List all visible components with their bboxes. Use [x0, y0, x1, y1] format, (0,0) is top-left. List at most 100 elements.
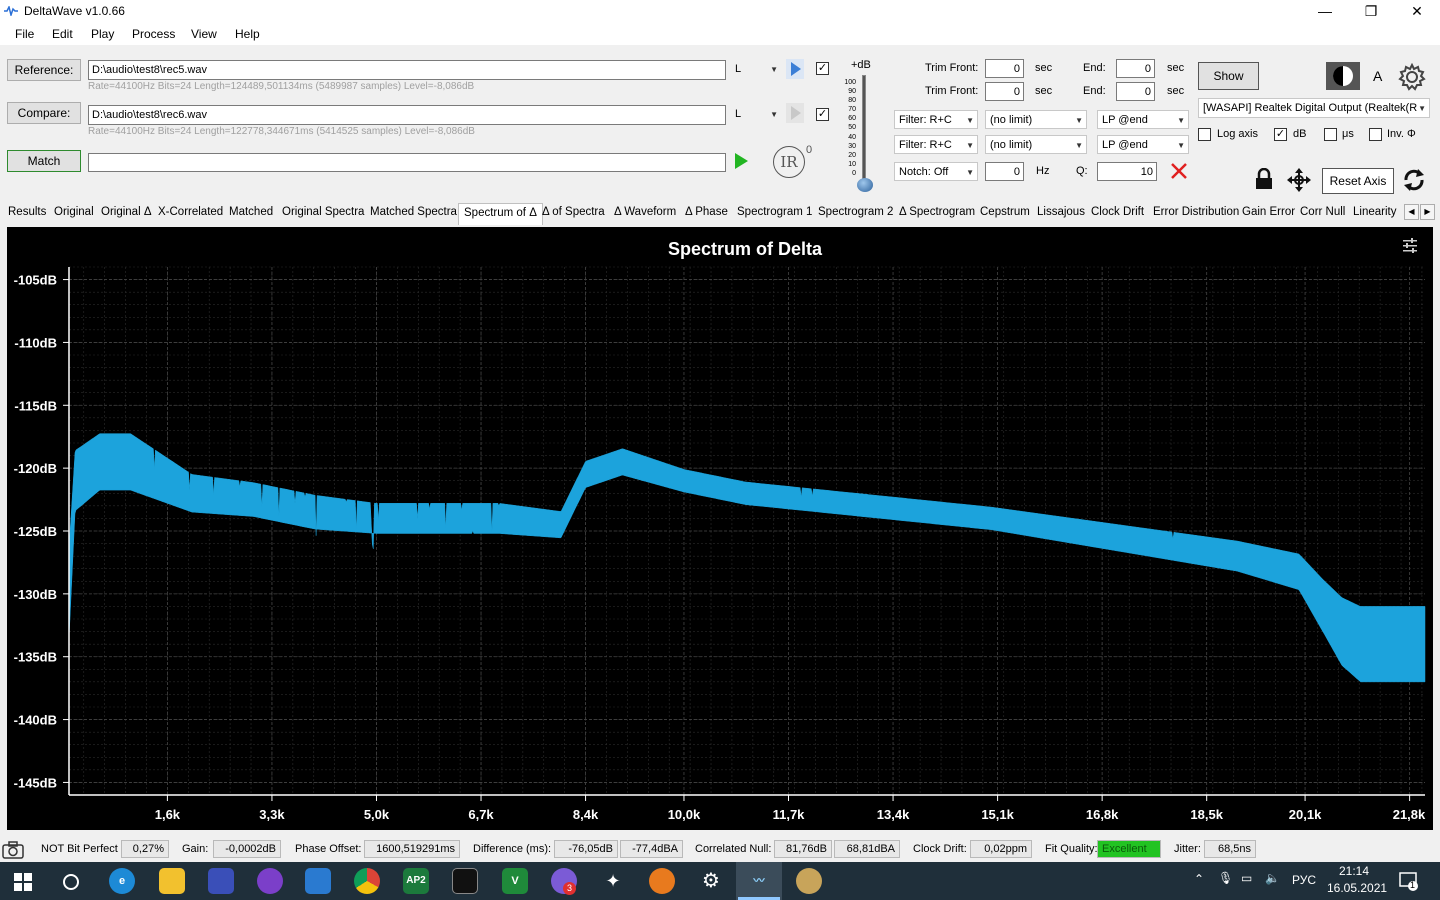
notification-icon[interactable]: [1399, 871, 1419, 891]
filter2-select[interactable]: Filter: R+C ▼: [894, 135, 978, 154]
refresh-icon[interactable]: [1402, 167, 1426, 193]
clock-date[interactable]: 16.05.2021: [1327, 881, 1387, 895]
play-compare-icon[interactable]: [786, 103, 804, 123]
windows-start-icon[interactable]: [14, 873, 32, 891]
log-axis-checkbox[interactable]: [1198, 128, 1211, 141]
settings-gear-icon[interactable]: [1398, 63, 1426, 91]
contrast-icon[interactable]: [1326, 62, 1360, 90]
network-icon[interactable]: ▭: [1241, 871, 1252, 885]
notch-freq-input[interactable]: 0: [985, 162, 1024, 181]
maximize-button[interactable]: ❐: [1348, 0, 1394, 23]
paint-icon[interactable]: [796, 868, 822, 894]
tab-results[interactable]: Results: [8, 206, 46, 218]
fox-icon[interactable]: ✦: [600, 868, 626, 894]
jetbrains-icon[interactable]: [452, 868, 478, 894]
tab-clock-drift[interactable]: Clock Drift: [1091, 206, 1144, 218]
tab-x-correlated[interactable]: X-Correlated: [158, 206, 223, 218]
show-button[interactable]: Show: [1198, 62, 1259, 90]
tab-spectrogram-1[interactable]: Spectrogram 1: [737, 206, 812, 218]
close-window-button[interactable]: ✕: [1394, 0, 1440, 23]
lock-icon[interactable]: [1254, 168, 1274, 190]
output-device-select[interactable]: [WASAPI] Realtek Digital Output (Realtek…: [1198, 98, 1430, 118]
chrome-icon[interactable]: [354, 868, 380, 894]
tab-original-spectra[interactable]: Original Spectra: [282, 206, 364, 218]
compare-path-field[interactable]: D:\audio\test8\rec6.wav: [88, 105, 726, 125]
tab-matched-spectra[interactable]: Matched Spectra: [370, 206, 457, 218]
reference-enable-checkbox[interactable]: ✓: [816, 62, 829, 75]
match-button[interactable]: Match: [7, 150, 81, 172]
ap2-icon[interactable]: AP2: [403, 868, 429, 894]
tab-original[interactable]: Original: [54, 206, 94, 218]
slider-knob[interactable]: [857, 178, 873, 192]
tab-spectrogram-2[interactable]: Spectrogram 2: [818, 206, 893, 218]
menu-view[interactable]: View: [191, 27, 217, 41]
reference-path-field[interactable]: D:\audio\test8\rec5.wav: [88, 60, 726, 80]
q-input[interactable]: 10: [1097, 162, 1157, 181]
reference-button[interactable]: Reference:: [7, 59, 81, 81]
chart-settings-icon[interactable]: [1403, 238, 1417, 253]
move-pan-icon[interactable]: [1286, 167, 1312, 193]
chart-panel[interactable]: Spectrum of Delta -105dB -110dB -115dB -120…: [7, 227, 1433, 830]
clear-filter-icon[interactable]: [1170, 162, 1188, 180]
podcast-icon[interactable]: [257, 868, 283, 894]
clock-time[interactable]: 21:14: [1339, 864, 1369, 878]
cmp-trim-front-input[interactable]: 0: [985, 82, 1024, 101]
spectrum-chart[interactable]: Spectrum of Delta -105dB -110dB -115dB -120…: [7, 227, 1433, 830]
menu-file[interactable]: File: [15, 27, 34, 41]
tab-corr-null[interactable]: Corr Null: [1300, 206, 1345, 218]
tab-delta-waveform[interactable]: Δ Waveform: [614, 206, 676, 218]
volume-icon[interactable]: 🔈: [1265, 871, 1280, 885]
audio-icon[interactable]: [649, 868, 675, 894]
microphone-icon[interactable]: 🎙: [1218, 871, 1233, 885]
menu-help[interactable]: Help: [235, 27, 260, 41]
tab-gain-error[interactable]: Gain Error: [1242, 206, 1295, 218]
reset-axis-button[interactable]: Reset Axis: [1322, 168, 1394, 194]
menu-process[interactable]: Process: [132, 27, 175, 41]
limit1-select[interactable]: (no limit) ▼: [985, 110, 1087, 129]
menu-play[interactable]: Play: [91, 27, 114, 41]
compare-enable-checkbox[interactable]: ✓: [816, 108, 829, 121]
play-reference-icon[interactable]: [786, 59, 804, 79]
minimize-button[interactable]: —: [1302, 0, 1348, 23]
save-icon[interactable]: [208, 868, 234, 894]
ir-button[interactable]: IR: [773, 146, 805, 178]
invert-phase-checkbox[interactable]: [1369, 128, 1382, 141]
search-icon[interactable]: [61, 872, 81, 892]
vim-icon[interactable]: V: [502, 868, 528, 894]
notch-select[interactable]: Notch: Off ▼: [894, 162, 978, 181]
db-checkbox[interactable]: ✓: [1274, 128, 1287, 141]
mail-icon[interactable]: [305, 868, 331, 894]
explorer-icon[interactable]: [159, 868, 185, 894]
tab-scroll-right-button[interactable]: ▶: [1420, 204, 1435, 220]
lp2-select[interactable]: LP @end ▼: [1097, 135, 1189, 154]
tab-delta-spectrogram[interactable]: Δ Spectrogram: [899, 206, 975, 218]
tray-chevron-icon[interactable]: ⌃: [1194, 872, 1204, 886]
filter1-select[interactable]: Filter: R+C ▼: [894, 110, 978, 129]
tab-lissajous[interactable]: Lissajous: [1037, 206, 1085, 218]
tab-error-distribution[interactable]: Error Distribution: [1153, 206, 1239, 218]
compare-button[interactable]: Compare:: [7, 102, 81, 124]
compare-channel-select[interactable]: L ▼: [731, 105, 781, 125]
settings-icon[interactable]: ⚙: [698, 868, 724, 894]
tab-linearity[interactable]: Linearity: [1353, 206, 1396, 218]
tab-cepstrum[interactable]: Cepstrum: [980, 206, 1030, 218]
menu-edit[interactable]: Edit: [52, 27, 73, 41]
limit2-select[interactable]: (no limit) ▼: [985, 135, 1087, 154]
a-weighting-label[interactable]: A: [1373, 68, 1382, 84]
tab-original-delta[interactable]: Original Δ: [101, 206, 152, 218]
tab-matched[interactable]: Matched: [229, 206, 273, 218]
camera-icon[interactable]: [2, 840, 24, 860]
lp1-select[interactable]: LP @end ▼: [1097, 110, 1189, 129]
reference-channel-select[interactable]: L ▼: [731, 60, 781, 80]
play-match-icon[interactable]: [733, 152, 749, 170]
tab-spectrum-of-delta[interactable]: Spectrum of Δ: [458, 203, 543, 225]
cmp-trim-end-input[interactable]: 0: [1116, 82, 1155, 101]
ref-trim-end-input[interactable]: 0: [1116, 59, 1155, 78]
edge-icon[interactable]: e: [109, 868, 135, 894]
language-indicator[interactable]: РУС: [1292, 873, 1316, 887]
tab-delta-of-spectra[interactable]: Δ of Spectra: [542, 206, 605, 218]
tab-scroll-left-button[interactable]: ◀: [1404, 204, 1419, 220]
slider-track[interactable]: [862, 75, 866, 185]
tab-delta-phase[interactable]: Δ Phase: [685, 206, 728, 218]
us-checkbox[interactable]: [1324, 128, 1337, 141]
